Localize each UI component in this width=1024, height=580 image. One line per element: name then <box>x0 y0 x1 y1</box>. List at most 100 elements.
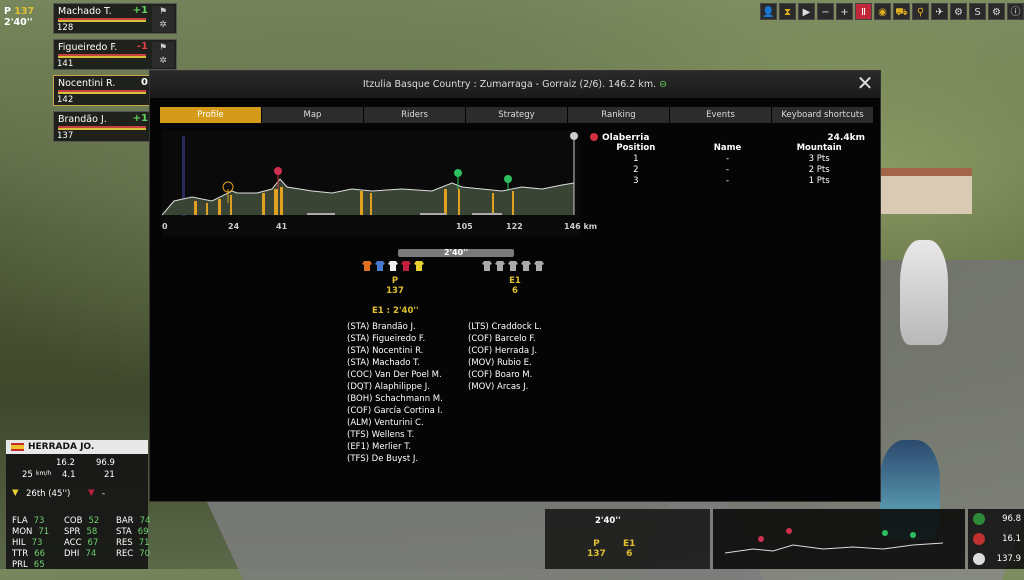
rider-gain: +1 <box>132 113 148 124</box>
list-item[interactable]: (STA) Nocentini R. <box>347 345 443 357</box>
rider-gain: -1 <box>136 41 148 52</box>
speed-panel: 96.8 16.1 137.9 <box>968 509 1024 569</box>
list-item[interactable]: (COF) Barcelo F. <box>468 333 542 345</box>
play-icon[interactable]: ▶ <box>798 3 815 20</box>
km-label: 41 <box>276 222 288 231</box>
yellow-jersey-icon <box>414 261 424 271</box>
breakaway-jerseys[interactable] <box>482 261 544 271</box>
cyclist-info-panel: HERRADA JO. 16.2 96.9 25 km/h 4.1 21 ▼ 2… <box>6 440 150 570</box>
eye-icon[interactable]: ◉ <box>874 3 891 20</box>
list-item[interactable]: (STA) Brandão J. <box>347 321 443 333</box>
tab-strategy[interactable]: Strategy <box>466 107 567 123</box>
table-row: 3-1 Pts <box>633 176 830 186</box>
val3: 21 <box>104 470 115 480</box>
list-item[interactable]: (MOV) Arcas J. <box>468 381 542 393</box>
stat-spr: SPR 58 <box>64 527 98 537</box>
rider-energy: 141 <box>57 59 74 69</box>
rider-panel-machado[interactable]: Machado T. +1 128 ⚑ ✲ <box>53 3 177 34</box>
spain-flag-icon <box>11 443 24 451</box>
tab-bar: Profile Map Riders Strategy Ranking Even… <box>160 107 873 123</box>
group-rider-list-right: (LTS) Craddock L. (COF) Barcelo F. (COF) H… <box>468 321 542 393</box>
grey-jersey-icon <box>534 261 544 271</box>
km-label: 105 <box>456 222 473 231</box>
hourglass-icon[interactable]: ⧗ <box>779 3 796 20</box>
mini-groups-panel[interactable]: 2'40'' P 137 E1 6 <box>545 509 710 569</box>
race-position-summary: P 137 2'40'' <box>4 6 35 28</box>
energy-bars <box>58 90 146 94</box>
list-item[interactable]: (TFS) Wellens T. <box>347 429 443 441</box>
list-item[interactable]: (MOV) Rubio E. <box>468 357 542 369</box>
speed-value: 16.2 <box>56 458 75 468</box>
stat-dhi: DHI 74 <box>64 549 97 559</box>
grey-jersey-icon <box>482 261 492 271</box>
km-label: 146 km <box>564 222 598 231</box>
rider-name: Figueiredo F. <box>58 42 118 53</box>
group-p-label: P 137 <box>386 276 404 296</box>
car-icon[interactable]: ⛟ <box>893 3 910 20</box>
list-item[interactable]: (STA) Machado T. <box>347 357 443 369</box>
tab-keyboard-shortcuts[interactable]: Keyboard shortcuts <box>772 107 873 123</box>
val1: 25 <box>22 470 33 480</box>
list-item[interactable]: (COF) Boaro M. <box>468 369 542 381</box>
km-label: 0 <box>162 222 168 231</box>
rider-gain: 0 <box>141 77 148 88</box>
motorbike-icon[interactable]: ⚲ <box>912 3 929 20</box>
table-row: 2-2 Pts <box>633 165 830 175</box>
stat-ttr: TTR 66 <box>12 549 45 559</box>
list-item[interactable]: (STA) Figueiredo F. <box>347 333 443 345</box>
plus-icon[interactable]: + <box>836 3 853 20</box>
hr-value: 96.9 <box>96 458 115 468</box>
rider-energy: 142 <box>57 95 74 105</box>
tab-map[interactable]: Map <box>262 107 363 123</box>
list-item[interactable]: (BOH) Schachmann M. <box>347 393 443 405</box>
pause-icon[interactable]: Ⅱ <box>855 3 872 20</box>
mini-profile-graph <box>724 528 944 554</box>
close-icon[interactable]: ✕ <box>855 73 875 94</box>
white-jersey-icon <box>388 261 398 271</box>
game-toolbar: 👤 ⧗ ▶ − + Ⅱ ◉ ⛟ ⚲ ✈ ⚙ S ⚙ ⓘ ≡ <box>760 3 1024 21</box>
settings-icon[interactable]: ⚙ <box>988 3 1005 20</box>
list-item[interactable]: (COC) Van Der Poel M. <box>347 369 443 381</box>
tab-ranking[interactable]: Ranking <box>568 107 669 123</box>
list-item[interactable]: (TFS) De Buyst J. <box>347 453 443 465</box>
grey-jersey-icon <box>521 261 531 271</box>
mini-profile[interactable] <box>713 509 965 569</box>
stat-acc: ACC 67 <box>64 538 99 548</box>
rider-order-icon[interactable]: ⚑✲ <box>152 6 174 32</box>
list-item[interactable]: (COF) Herrada J. <box>468 345 542 357</box>
stat-sta: STA 69 <box>116 527 149 537</box>
grey-jersey-icon <box>508 261 518 271</box>
km-label: 122 <box>506 222 523 231</box>
gc-rank: 26th (45'') <box>26 489 71 499</box>
heart-icon <box>973 533 985 545</box>
rank-extra: - <box>102 489 106 499</box>
red-jersey-icon <box>401 261 411 271</box>
s-icon[interactable]: S <box>969 3 986 20</box>
list-item[interactable]: (DQT) Alaphilippe J. <box>347 381 443 393</box>
list-item[interactable]: (ALM) Venturini C. <box>347 417 443 429</box>
globe-icon: ⊖ <box>659 79 668 90</box>
rider-panel-figueiredo[interactable]: Figueiredo F. -1 141 ⚑ ✲ <box>53 39 177 70</box>
tab-profile[interactable]: Profile <box>160 107 261 123</box>
house <box>880 168 972 214</box>
mountain-icon <box>590 133 598 141</box>
bike-icon[interactable]: ⚙ <box>950 3 967 20</box>
list-item[interactable]: (EF1) Merlier T. <box>347 441 443 453</box>
stage-profile[interactable] <box>162 131 580 236</box>
list-item[interactable]: (COF) García Cortina I. <box>347 405 443 417</box>
stat-hil: HIL 73 <box>12 538 43 548</box>
rider-energy: 137 <box>57 131 74 141</box>
rider-order-icon[interactable]: ⚑✲ <box>152 42 174 68</box>
climb-table-header: Position Name Mountain <box>616 143 842 153</box>
helicopter-icon[interactable]: ✈ <box>931 3 948 20</box>
peloton-jerseys[interactable] <box>362 261 424 271</box>
minus-icon[interactable]: − <box>817 3 834 20</box>
info-icon[interactable]: ⓘ <box>1007 3 1024 20</box>
energy-bars <box>58 54 146 58</box>
climb-distance: 24.4km <box>827 133 865 143</box>
tab-riders[interactable]: Riders <box>364 107 465 123</box>
list-item[interactable]: (LTS) Craddock L. <box>468 321 542 333</box>
tab-events[interactable]: Events <box>670 107 771 123</box>
rider-name: Nocentini R. <box>58 78 116 89</box>
user-icon[interactable]: 👤 <box>760 3 777 20</box>
